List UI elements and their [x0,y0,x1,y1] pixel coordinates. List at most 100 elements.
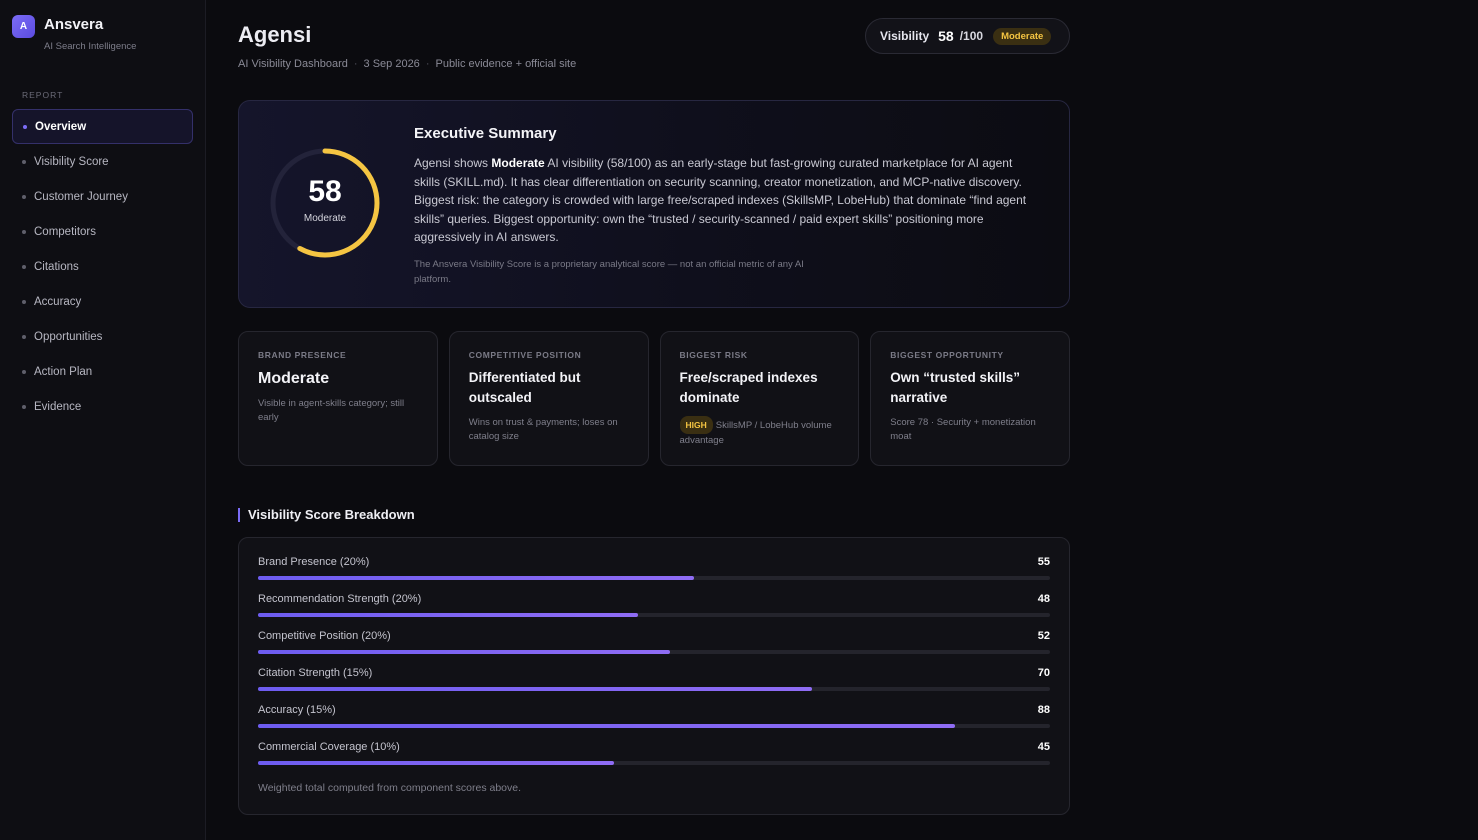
card-title: Own “trusted skills” narrative [890,370,1021,405]
card-title: Free/scraped indexes dominate [679,370,818,405]
breakdown-rows: Brand Presence (20%) 55 Recommendation St… [258,556,1050,778]
sidebar-item-label: Customer Journey [34,190,128,203]
card-description: Wins on trust & payments; loses on catal… [468,417,618,442]
progress-fill [258,724,955,728]
card-label: COMPETITIVE POSITION [468,350,582,360]
sidebar-item-citations[interactable]: Citations [12,249,193,284]
page-header: Agensi AI Visibility Dashboard · 3 Sep 2… [238,0,1446,100]
breakdown-row: Brand Presence (20%) 55 [258,556,1050,593]
sidebar-item-label: Overview [35,120,87,133]
progress-track [258,576,1050,580]
nav-section-label: REPORT [22,90,64,100]
sidebar-item-label: Accuracy [34,295,82,308]
summary-text-level: Moderate [491,156,545,170]
brand-name: Ansvera [44,16,104,33]
gauge-level: Moderate [303,213,347,224]
breakdown-row: Citation Strength (15%) 70 [258,667,1050,704]
brand-logo-icon: A [12,15,35,38]
progress-track [258,724,1050,728]
progress-track [258,687,1050,691]
progress-track [258,650,1050,654]
executive-summary-title: Executive Summary [414,125,557,142]
sidebar-item-label: Visibility Score [34,155,109,168]
breakdown-label: Recommendation Strength (20%) [258,593,422,605]
progress-fill [258,687,813,691]
progress-track [258,613,1050,617]
breakdown-value: 88 [1037,704,1050,716]
meta-date: 3 Sep 2026 [363,58,420,70]
page-title: Agensi [238,22,312,47]
visibility-max: /100 [959,29,984,43]
card-brand-presence: BRAND PRESENCE Moderate Visible in agent… [238,331,438,466]
progress-fill [258,613,639,617]
insight-cards: BRAND PRESENCE Moderate Visible in agent… [238,331,1070,466]
card-description: HIGH SkillsMP / LobeHub volume advantage [679,416,840,448]
sidebar-nav: Overview Visibility Score Customer Journ… [12,109,193,424]
sidebar-item-overview[interactable]: Overview [12,109,193,144]
sidebar-item-action-plan[interactable]: Action Plan [12,354,193,389]
sidebar: A Ansvera AI Search Intelligence REPORT … [0,0,206,840]
visibility-score: 58 [938,28,954,44]
visibility-label: Visibility [880,29,930,43]
bullet-icon [23,124,27,129]
card-label: BIGGEST OPPORTUNITY [890,350,1004,360]
card-biggest-risk: BIGGEST RISK Free/scraped indexes domina… [659,331,860,466]
card-biggest-opportunity: BIGGEST OPPORTUNITY Own “trusted skills”… [870,331,1070,466]
card-label: BRAND PRESENCE [258,350,347,360]
executive-summary-text: Agensi shows Moderate AI visibility (58/… [414,154,1034,247]
executive-summary-body: Executive Summary Agensi shows Moderate … [414,125,1034,287]
status-badge: Moderate [993,27,1052,45]
score-disclaimer: The Ansvera Visibility Score is a propri… [414,258,804,285]
meta-report-type: AI Visibility Dashboard [238,58,348,70]
breakdown-label: Commercial Coverage (10%) [258,741,400,753]
brand[interactable]: A Ansvera AI Search Intelligence [12,14,193,52]
progress-fill [258,576,694,580]
breakdown-label: Brand Presence (20%) [258,556,370,568]
score-gauge: 58 Moderate [269,147,381,259]
risk-badge: HIGH [679,416,713,434]
sidebar-item-competitors[interactable]: Competitors [12,214,193,249]
summary-text-lead: Agensi shows [414,156,492,170]
card-description: Score 78 · Security + monetization moat [890,417,1036,442]
bullet-icon [22,229,26,234]
breakdown-value: 55 [1037,556,1050,568]
progress-track [258,761,1050,765]
breakdown-label: Citation Strength (15%) [258,667,373,679]
breakdown-value: 52 [1037,630,1050,642]
meta-separator: · [353,58,358,70]
bullet-icon [22,334,26,339]
progress-fill [258,650,670,654]
sidebar-item-accuracy[interactable]: Accuracy [12,284,193,319]
bullet-icon [22,159,26,164]
main-content: Agensi AI Visibility Dashboard · 3 Sep 2… [206,0,1478,840]
progress-fill [258,761,615,765]
breakdown-row: Accuracy (15%) 88 [258,704,1050,741]
breakdown-value: 70 [1037,667,1050,679]
breakdown-value: 48 [1037,593,1050,605]
score-breakdown-card: Brand Presence (20%) 55 Recommendation St… [238,537,1070,815]
gauge-score: 58 [308,175,342,208]
bullet-icon [22,264,26,269]
sidebar-item-label: Opportunities [34,330,103,343]
executive-summary-card: 58 Moderate Executive Summary Agensi sho… [238,100,1070,308]
breakdown-footnote: Weighted total computed from component s… [258,782,522,794]
sidebar-item-visibility-score[interactable]: Visibility Score [12,144,193,179]
page-meta: AI Visibility Dashboard · 3 Sep 2026 · P… [238,58,576,70]
sidebar-item-label: Action Plan [34,365,93,378]
breakdown-label: Competitive Position (20%) [258,630,391,642]
sidebar-item-customer-journey[interactable]: Customer Journey [12,179,193,214]
card-title: Differentiated but outscaled [468,370,581,405]
sidebar-item-opportunities[interactable]: Opportunities [12,319,193,354]
breakdown-row: Commercial Coverage (10%) 45 [258,741,1050,778]
visibility-score-pill: Visibility 58 /100 Moderate [865,18,1070,54]
section-title: Visibility Score Breakdown [238,508,1446,522]
meta-separator: · [425,58,430,70]
bullet-icon [22,404,26,409]
card-description: Visible in agent-skills category; still … [258,398,405,423]
bullet-icon [22,299,26,304]
meta-source: Public evidence + official site [435,58,577,70]
brand-tagline: AI Search Intelligence [44,41,137,52]
card-label: BIGGEST RISK [679,350,748,360]
card-competitive-position: COMPETITIVE POSITION Differentiated but … [448,331,649,466]
sidebar-item-evidence[interactable]: Evidence [12,389,193,424]
